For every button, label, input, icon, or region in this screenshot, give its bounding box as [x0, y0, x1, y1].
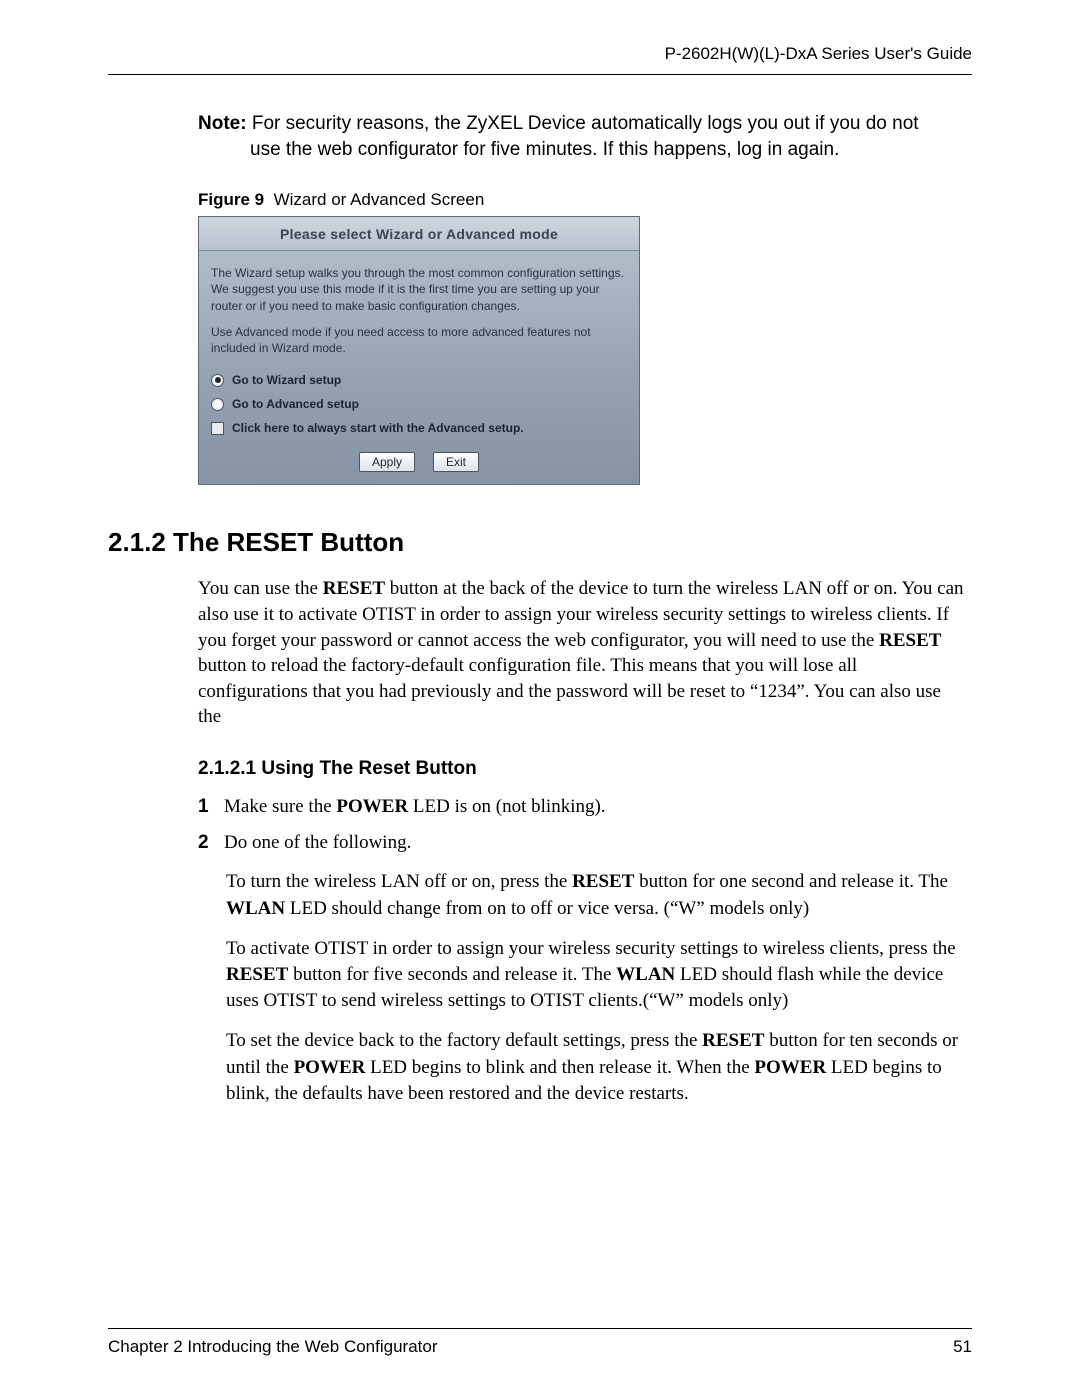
section-paragraph: You can use the RESET button at the back… — [198, 576, 964, 730]
note-label: Note: — [198, 113, 247, 134]
exit-button[interactable]: Exit — [433, 452, 479, 472]
text: To activate OTIST in order to assign you… — [226, 938, 956, 959]
wizard-dialog: Please select Wizard or Advanced mode Th… — [198, 216, 640, 485]
step2-detail-b: To activate OTIST in order to assign you… — [226, 936, 964, 1015]
option-wizard[interactable]: Go to Wizard setup — [199, 368, 639, 392]
power-bold: POWER — [754, 1057, 826, 1078]
text: LED is on (not blinking). — [408, 796, 605, 817]
radio-selected-icon — [211, 374, 224, 387]
header-rule — [108, 74, 972, 75]
dialog-title: Please select Wizard or Advanced mode — [199, 217, 639, 251]
subsection-heading: 2.1.2.1 Using The Reset Button — [198, 758, 972, 780]
dialog-para-2: Use Advanced mode if you need access to … — [211, 324, 627, 356]
section-heading: 2.1.2 The RESET Button — [108, 527, 972, 558]
reset-bold: RESET — [226, 964, 288, 985]
step2-detail-a: To turn the wireless LAN off or on, pres… — [226, 869, 964, 921]
figure-label: Figure 9 — [198, 190, 264, 209]
wlan-bold: WLAN — [226, 898, 285, 919]
note-line2: use the web configurator for five minute… — [198, 137, 962, 163]
step-number: 2 — [198, 830, 214, 856]
dialog-para-1: The Wizard setup walks you through the m… — [211, 265, 627, 314]
option-always-label: Click here to always start with the Adva… — [232, 421, 524, 435]
step-1-text: Make sure the POWER LED is on (not blink… — [224, 794, 606, 820]
text: You can use the — [198, 578, 323, 599]
text: button for one second and release it. Th… — [634, 871, 948, 892]
text: LED should change from on to off or vice… — [285, 898, 809, 919]
running-header: P-2602H(W)(L)-DxA Series User's Guide — [108, 44, 972, 72]
step2-detail-c: To set the device back to the factory de… — [226, 1028, 964, 1107]
wlan-bold: WLAN — [616, 964, 675, 985]
figure-caption: Figure 9 Wizard or Advanced Screen — [198, 190, 972, 210]
page: P-2602H(W)(L)-DxA Series User's Guide No… — [0, 0, 1080, 1397]
footer-rule — [108, 1328, 972, 1329]
reset-bold: RESET — [879, 630, 941, 651]
option-wizard-label: Go to Wizard setup — [232, 373, 341, 387]
step-2-text: Do one of the following. — [224, 830, 411, 856]
reset-bold: RESET — [572, 871, 634, 892]
footer-left: Chapter 2 Introducing the Web Configurat… — [108, 1337, 438, 1357]
option-advanced-label: Go to Advanced setup — [232, 397, 359, 411]
step-1: 1 Make sure the POWER LED is on (not bli… — [198, 794, 964, 820]
step-2: 2 Do one of the following. — [198, 830, 964, 856]
page-footer: Chapter 2 Introducing the Web Configurat… — [108, 1328, 972, 1357]
apply-button[interactable]: Apply — [359, 452, 415, 472]
text: LED begins to blink and then release it.… — [365, 1057, 754, 1078]
checkbox-icon — [211, 422, 224, 435]
text: button for five seconds and release it. … — [288, 964, 616, 985]
text: Make sure the — [224, 796, 336, 817]
page-number: 51 — [953, 1337, 972, 1357]
option-always-advanced[interactable]: Click here to always start with the Adva… — [199, 416, 639, 440]
reset-bold: RESET — [323, 578, 385, 599]
figure-title: Wizard or Advanced Screen — [274, 190, 485, 209]
note-block: Note: For security reasons, the ZyXEL De… — [198, 111, 962, 162]
power-bold: POWER — [294, 1057, 366, 1078]
dialog-body: The Wizard setup walks you through the m… — [199, 251, 639, 368]
option-advanced[interactable]: Go to Advanced setup — [199, 392, 639, 416]
text: To set the device back to the factory de… — [226, 1030, 702, 1051]
dialog-buttons: Apply Exit — [199, 440, 639, 484]
power-bold: POWER — [336, 796, 408, 817]
step-number: 1 — [198, 794, 214, 820]
text: button to reload the factory-default con… — [198, 655, 941, 727]
reset-bold: RESET — [702, 1030, 764, 1051]
text: To turn the wireless LAN off or on, pres… — [226, 871, 572, 892]
note-line1: For security reasons, the ZyXEL Device a… — [247, 113, 919, 134]
radio-unselected-icon — [211, 398, 224, 411]
